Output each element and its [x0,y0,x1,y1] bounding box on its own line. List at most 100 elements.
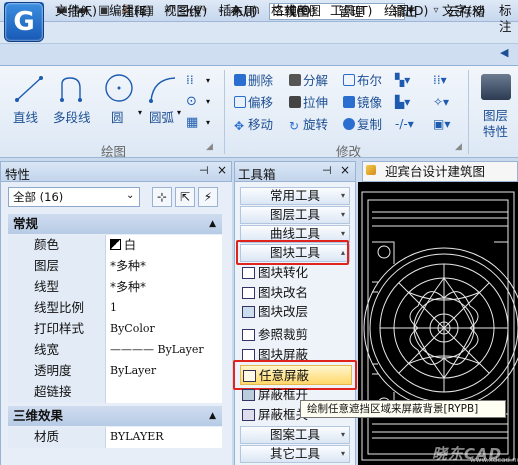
property-row-plot-style[interactable]: 打印样式 ByColor [8,319,222,340]
scale-icon[interactable]: ⁞⁞▾ [433,73,447,87]
mirror-button[interactable]: 镜像 [343,95,382,111]
hatch-dropdown-icon[interactable]: ▾ [206,118,210,127]
copy-icon [343,118,355,130]
floor-pattern-drawing [361,191,518,461]
modify-group-label: 修改 [336,144,362,159]
color-swatch-icon [110,239,121,250]
quick-select-icon[interactable]: ⚡ [198,187,218,207]
fillet-icon[interactable]: ✧▾ [433,95,449,109]
app-logo[interactable]: G [4,2,44,42]
properties-title: 特性 [5,167,31,182]
draw-group-label: 绘图 [101,144,127,159]
hatch-icon[interactable]: ▦ [186,115,198,130]
point-icon[interactable]: ⊙ [186,94,197,109]
tab-annotate[interactable]: 注释 [114,2,154,22]
rotate-button[interactable]: ↻ 旋转 [289,117,328,133]
draw-group-expand-icon[interactable]: ◢ [206,142,213,152]
tab-output[interactable]: 输出 [385,2,425,22]
property-row-lineweight[interactable]: 线宽 ———— ByLayer [8,340,222,361]
offset-icon [234,96,246,108]
property-row-linetype[interactable]: 线型 *多种* [8,277,222,298]
ribbon-more-icon[interactable]: ◀ [500,46,508,59]
arc-dropdown-icon[interactable]: ▾ [177,108,181,117]
property-row-transparency[interactable]: 透明度 ByLayer [8,361,222,382]
ribbon-separator [224,70,225,154]
stretch-icon [289,96,301,108]
chevron-down-icon[interactable]: ⌄ [126,190,134,201]
tab-insert[interactable]: 插入 [60,2,100,22]
tooltip: 绘制任意遮挡区域来屏蔽背景[RYPB] [300,400,506,418]
toolbox-item-xref-clip[interactable]: 参照裁剪 [240,325,352,345]
erase-button[interactable]: 删除 [234,73,273,89]
mirror-icon [343,96,355,108]
property-row-layer[interactable]: 图层 *多种* [8,256,222,277]
polyline-tool-button[interactable]: 多段线 [53,107,91,126]
line-tool-button[interactable]: 直线 [13,107,38,126]
close-icon[interactable]: × [217,163,227,177]
ribbon-tab-bar [0,44,518,66]
tab-cloud[interactable]: 云存储 [441,2,491,22]
close-icon[interactable]: × [340,163,350,177]
modify-group-expand-icon[interactable]: ◢ [455,142,462,152]
arc-tool-icon [149,77,176,103]
boolean-button[interactable]: 布尔 [343,73,382,89]
property-row-color[interactable]: 颜色白 [8,235,222,256]
toolbox-item-block-relayer[interactable]: 图块改层 [240,302,352,322]
block-convert-icon [242,267,255,279]
tab-layout[interactable]: 布局 [223,2,263,22]
toolbox-category-hatch[interactable]: 图案工具 ▾ [240,426,350,444]
toolbox-title: 工具箱 [238,167,276,182]
block-relayer-icon [242,306,255,318]
point-dropdown-icon[interactable]: ▾ [206,97,210,106]
trim-icon[interactable]: -/-▾ [395,117,414,131]
move-button[interactable]: ✥ 移动 [234,117,273,133]
drawing-tab[interactable]: 迎宾台设计建筑图 [362,161,518,182]
tab-manage[interactable]: 管理 [331,2,371,22]
arc-tool-button[interactable]: 圆弧 [149,107,174,126]
toolbox-item-block-rename[interactable]: 图块改名 [240,283,352,303]
highlight-box [236,240,349,265]
toolbox-category-common[interactable]: 常用工具 ▾ [240,187,350,205]
property-row-linetype-scale[interactable]: 线型比例 1 [8,298,222,319]
pin-icon[interactable]: ⊣ [322,164,332,177]
layer-properties-label: 特性 [483,124,509,139]
circle-tool-icon [105,74,133,102]
chamfer-icon[interactable]: ▣▾ [433,117,450,131]
properties-header [0,161,232,182]
move-icon: ✥ [234,119,245,133]
layer-properties-icon [481,74,511,100]
menu-dimension[interactable]: 标注 [499,3,518,35]
toggle-pickadd-icon[interactable]: ⊹ [152,187,172,207]
array-icon[interactable]: ▚▾ [395,73,410,87]
offset-button[interactable]: 偏移 [234,95,273,111]
property-row-material[interactable]: 材质 BYLAYER [8,427,222,448]
toolbox-category-layer[interactable]: 图层工具 ▾ [240,206,350,224]
xref-clip-icon [242,329,255,341]
explode-icon [289,74,301,86]
tab-view[interactable]: 视图 [277,2,317,22]
section-general[interactable]: 常规 ▲ [8,214,222,234]
align-icon[interactable]: ▙▾ [395,95,410,109]
explode-button[interactable]: 分解 [289,73,328,89]
copy-button[interactable]: 复制 [343,117,382,133]
section-3d-effects[interactable]: 三维效果 ▲ [8,406,222,426]
selection-dropdown[interactable]: 全部 (16) [8,187,140,207]
circle-tool-button[interactable]: 圆 [111,107,124,126]
stretch-button[interactable]: 拉伸 [289,95,328,111]
menu-bar [0,22,518,44]
watermark-url: www.xdcad.net [470,456,518,464]
tab-3d[interactable]: 三维 [169,2,209,22]
rectangle-icon[interactable]: ⁞⁞ [186,73,194,87]
boolean-icon [343,74,355,86]
select-objects-icon[interactable]: ⇱ [175,187,195,207]
toolbox-item-block-convert[interactable]: 图块转化 [240,263,352,283]
ribbon-separator [468,70,469,154]
block-rename-icon [242,287,255,299]
rotate-icon: ↻ [289,119,300,133]
line-tool-icon [15,76,43,102]
toolbox-category-other[interactable]: 其它工具 ▾ [240,445,350,463]
property-row-hyperlink[interactable]: 超链接 [8,382,222,403]
rectangle-dropdown-icon[interactable]: ▾ [206,76,210,85]
pin-icon[interactable]: ⊣ [199,164,209,177]
circle-dropdown-icon[interactable]: ▾ [138,108,142,117]
